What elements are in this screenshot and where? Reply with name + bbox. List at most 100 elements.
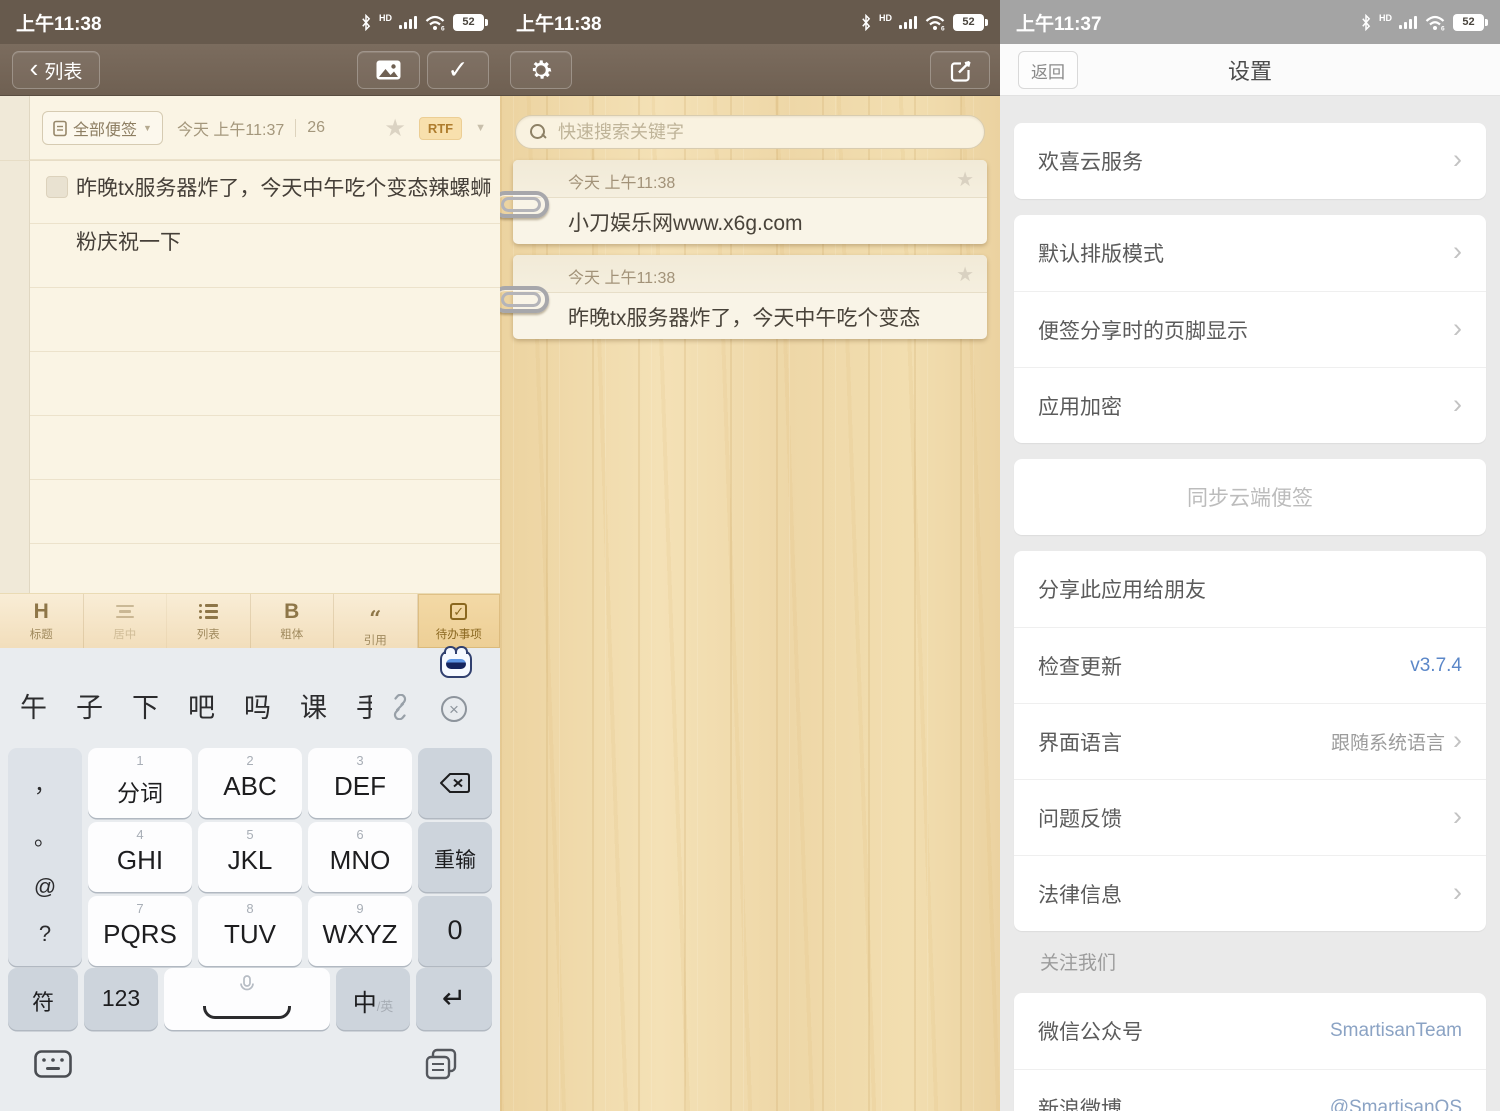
check-icon: ✓ <box>448 55 469 85</box>
enter-key[interactable]: ↵ <box>416 968 492 1030</box>
settings-row-legal[interactable]: 法律信息 › <box>1014 855 1486 931</box>
back-chevron-icon: ‹ <box>30 58 39 78</box>
chevron-right-icon: › <box>1453 727 1462 754</box>
candidate[interactable]: 下 <box>132 686 159 725</box>
settings-row-default-layout[interactable]: 默认排版模式 › <box>1014 215 1486 291</box>
settings-row-weibo[interactable]: 新浪微博 @SmartisanOS <box>1014 1069 1486 1111</box>
search-bar[interactable] <box>515 115 985 149</box>
rtf-badge: RTF <box>419 117 462 140</box>
format-quote-button[interactable]: “ 引用 <box>334 594 418 648</box>
settings-row-wechat[interactable]: 微信公众号 SmartisanTeam <box>1014 993 1486 1069</box>
candidate-bar: 午 子 下 吧 吗 课 手 <box>20 686 372 725</box>
confirm-button[interactable]: ✓ <box>427 51 489 89</box>
format-todo-button[interactable]: ✓ 待办事项 <box>418 594 501 648</box>
candidate[interactable]: 课 <box>300 686 327 725</box>
search-input[interactable] <box>556 121 970 144</box>
signal-icon <box>899 16 917 29</box>
todo-icon: ✓ <box>450 601 467 623</box>
key-3-def[interactable]: 3DEF <box>308 748 412 818</box>
key-7-pqrs[interactable]: 7PQRS <box>88 896 192 966</box>
hd-badge: HD <box>1379 14 1392 23</box>
note-text[interactable]: 昨晚tx服务器炸了，今天中午吃个变态辣螺蛳粉庆祝一下 <box>76 162 500 270</box>
wechat-account: SmartisanTeam <box>1330 1020 1462 1042</box>
settings-button[interactable] <box>510 51 572 89</box>
back-to-list-button[interactable]: ‹ 列表 <box>12 51 100 89</box>
settings-row-app-lock[interactable]: 应用加密 › <box>1014 367 1486 443</box>
mic-icon <box>239 975 255 995</box>
settings-row-share-footer[interactable]: 便签分享时的页脚显示 › <box>1014 291 1486 367</box>
key-2-abc[interactable]: 2ABC <box>198 748 302 818</box>
chevron-right-icon: › <box>1453 238 1462 265</box>
notebook-selector[interactable]: 全部便签 ▼ <box>42 111 163 145</box>
favorite-star-icon[interactable]: ★ <box>384 114 406 143</box>
chevron-right-icon: › <box>1453 315 1462 342</box>
format-heading-button[interactable]: H 标题 <box>0 594 84 648</box>
candidate[interactable]: 吧 <box>188 686 215 725</box>
key-9-wxyz[interactable]: 9WXYZ <box>308 896 412 966</box>
meta-dropdown-icon[interactable]: ▼ <box>475 122 486 134</box>
keyboard-collapse-icon[interactable] <box>34 1050 72 1078</box>
bullet-list-icon <box>199 601 218 623</box>
note-card[interactable]: 今天 上午11:38 ★ 小刀娱乐网www.x6g.com <box>513 160 987 244</box>
svg-text:6: 6 <box>441 25 445 31</box>
link-icon[interactable] <box>387 694 413 720</box>
battery-icon: 52 <box>1453 14 1484 31</box>
format-center-button[interactable]: 居中 <box>84 594 168 648</box>
retype-key[interactable]: 重输 <box>418 822 492 892</box>
key-8-tuv[interactable]: 8TUV <box>198 896 302 966</box>
compose-note-button[interactable] <box>930 51 990 89</box>
key-4-ghi[interactable]: 4GHI <box>88 822 192 892</box>
sync-cloud-notes-button[interactable]: 同步云端便签 <box>1014 459 1486 535</box>
settings-row-check-update[interactable]: 检查更新 v3.7.4 <box>1014 627 1486 703</box>
note-card-date: 今天 上午11:38 <box>568 169 675 193</box>
assistant-robot-icon[interactable] <box>440 650 472 678</box>
note-card[interactable]: 今天 上午11:38 ★ 昨晚tx服务器炸了，今天中午吃个变态 <box>513 255 987 339</box>
settings-row-language[interactable]: 界面语言 跟随系统语言 › <box>1014 703 1486 779</box>
settings-row-feedback[interactable]: 问题反馈 › <box>1014 779 1486 855</box>
hd-badge: HD <box>879 14 892 23</box>
format-list-button[interactable]: 列表 <box>167 594 251 648</box>
signal-icon <box>1399 16 1417 29</box>
bluetooth-icon <box>1360 14 1372 31</box>
settings-row-share-app[interactable]: 分享此应用给朋友 <box>1014 551 1486 627</box>
backspace-key[interactable] <box>418 748 492 818</box>
char-count: 26 <box>307 119 325 137</box>
key-1-fenci[interactable]: 1分词 <box>88 748 192 818</box>
settings-card-sync: 同步云端便签 <box>1014 459 1486 535</box>
candidate[interactable]: 子 <box>76 686 103 725</box>
todo-checkbox[interactable] <box>46 176 68 198</box>
notebook-icon <box>53 120 67 137</box>
punctuation-key-column[interactable]: ， 。 @ ? <box>8 748 82 966</box>
key-5-jkl[interactable]: 5JKL <box>198 822 302 892</box>
note-date: 今天 上午11:37 <box>177 116 284 140</box>
note-card-date: 今天 上午11:38 <box>568 264 675 288</box>
close-candidates-icon[interactable]: × <box>441 696 467 722</box>
candidate[interactable]: 午 <box>20 686 47 725</box>
numbers-key[interactable]: 123 <box>84 968 158 1030</box>
status-bar: 上午11:38 HD 6 52 <box>500 0 1000 44</box>
favorite-star-icon[interactable]: ★ <box>956 262 974 287</box>
backspace-icon <box>439 772 471 794</box>
battery-icon: 52 <box>453 14 484 31</box>
clipboard-panels-icon[interactable] <box>424 1048 458 1080</box>
insert-image-button[interactable] <box>357 51 420 89</box>
format-toolbar: H 标题 居中 列表 B 粗体 “ 引用 ✓ 待办事项 <box>0 593 500 648</box>
language-toggle-key[interactable]: 中/英 <box>336 968 410 1030</box>
settings-row-cloud-service[interactable]: 欢喜云服务 › <box>1014 123 1486 199</box>
wifi-icon: 6 <box>924 14 946 31</box>
back-button[interactable]: 返回 <box>1018 51 1078 89</box>
symbols-key[interactable]: 符 <box>8 968 78 1030</box>
favorite-star-icon[interactable]: ★ <box>956 167 974 192</box>
key-6-mno[interactable]: 6MNO <box>308 822 412 892</box>
candidate[interactable]: 吗 <box>244 686 271 725</box>
candidate[interactable]: 手 <box>356 686 372 725</box>
chevron-right-icon: › <box>1453 391 1462 418</box>
format-bold-button[interactable]: B 粗体 <box>251 594 335 648</box>
settings-card-preferences: 默认排版模式 › 便签分享时的页脚显示 › 应用加密 › <box>1014 215 1486 443</box>
key-0[interactable]: 0 <box>418 896 492 966</box>
settings-card-follow: 微信公众号 SmartisanTeam 新浪微博 @SmartisanOS <box>1014 993 1486 1111</box>
note-paper[interactable]: 全部便签 ▼ 今天 上午11:37 26 ★ RTF ▼ 昨晚tx服务器炸了，今… <box>0 96 500 593</box>
align-center-icon <box>116 601 134 623</box>
signal-icon <box>399 16 417 29</box>
space-key[interactable] <box>164 968 330 1030</box>
